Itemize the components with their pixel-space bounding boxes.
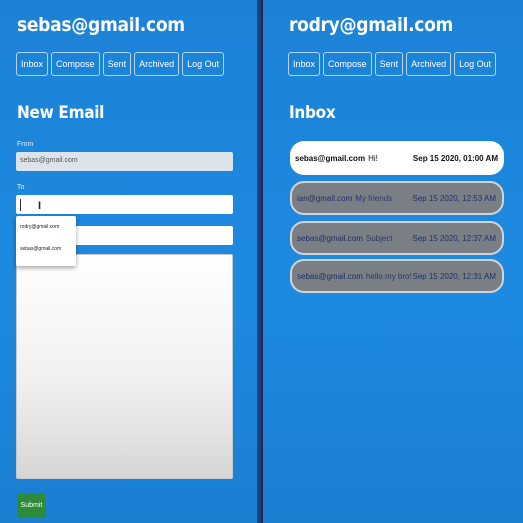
email-row[interactable]: sebas@gmail.com Hi! Sep 15 2020, 01:00 AM (290, 141, 504, 175)
page-title: Inbox (289, 103, 336, 123)
autocomplete-option[interactable]: rodry@gmail.com (16, 216, 76, 238)
compose-pane: sebas@gmail.com Inbox Compose Sent Archi… (0, 0, 257, 523)
email-sender: sebas@gmail.com (295, 153, 366, 163)
email-row[interactable]: ian@gmail.com My friends Sep 15 2020, 12:… (290, 181, 504, 215)
email-row[interactable]: sebas@gmail.com hello my bro! Sep 15 2020… (290, 259, 504, 293)
nav-inbox-button[interactable]: Inbox (288, 52, 321, 76)
text-cursor-icon: I (38, 200, 42, 212)
body-textarea[interactable] (16, 254, 233, 479)
submit-button[interactable]: Submit (17, 493, 46, 518)
email-date: Sep 15 2020, 01:00 AM (412, 153, 498, 163)
email-date: Sep 15 2020, 12:37 AM (412, 233, 496, 243)
nav-archived-button[interactable]: Archived (134, 52, 180, 76)
email-subject: Hi! (368, 153, 378, 163)
text-caret (20, 199, 21, 211)
nav-compose-button[interactable]: Compose (51, 52, 100, 76)
to-label: To (17, 184, 25, 191)
page-title: New Email (17, 103, 105, 123)
nav-bar: Inbox Compose Sent Archived Log Out (288, 52, 497, 76)
email-date: Sep 15 2020, 12:31 AM (412, 271, 496, 281)
current-user: rodry@gmail.com (289, 14, 454, 36)
email-sender: sebas@gmail.com (297, 233, 363, 243)
email-row[interactable]: sebas@gmail.com Subject Sep 15 2020, 12:3… (290, 221, 504, 255)
nav-logout-button[interactable]: Log Out (182, 52, 225, 76)
nav-inbox-button[interactable]: Inbox (16, 52, 49, 76)
email-date: Sep 15 2020, 12:53 AM (412, 193, 496, 203)
email-subject: hello my bro! (365, 271, 412, 281)
email-subject: Subject (365, 233, 393, 243)
from-label: From (17, 141, 34, 148)
nav-compose-button[interactable]: Compose (323, 52, 372, 76)
nav-bar: Inbox Compose Sent Archived Log Out (16, 52, 225, 76)
autocomplete-option[interactable]: sebas@gmail.com (16, 238, 76, 260)
email-sender: ian@gmail.com (297, 193, 353, 203)
nav-logout-button[interactable]: Log Out (454, 52, 497, 76)
current-user: sebas@gmail.com (17, 14, 185, 36)
email-subject: My friends (355, 193, 393, 203)
nav-archived-button[interactable]: Archived (406, 52, 452, 76)
to-field[interactable] (16, 195, 233, 214)
recipient-autocomplete: rodry@gmail.com sebas@gmail.com (16, 216, 76, 266)
email-sender: sebas@gmail.com (297, 271, 363, 281)
from-field: sebas@gmail.com (16, 152, 233, 171)
inbox-pane: rodry@gmail.com Inbox Compose Sent Archi… (263, 0, 523, 523)
nav-sent-button[interactable]: Sent (102, 52, 132, 76)
nav-sent-button[interactable]: Sent (374, 52, 404, 76)
